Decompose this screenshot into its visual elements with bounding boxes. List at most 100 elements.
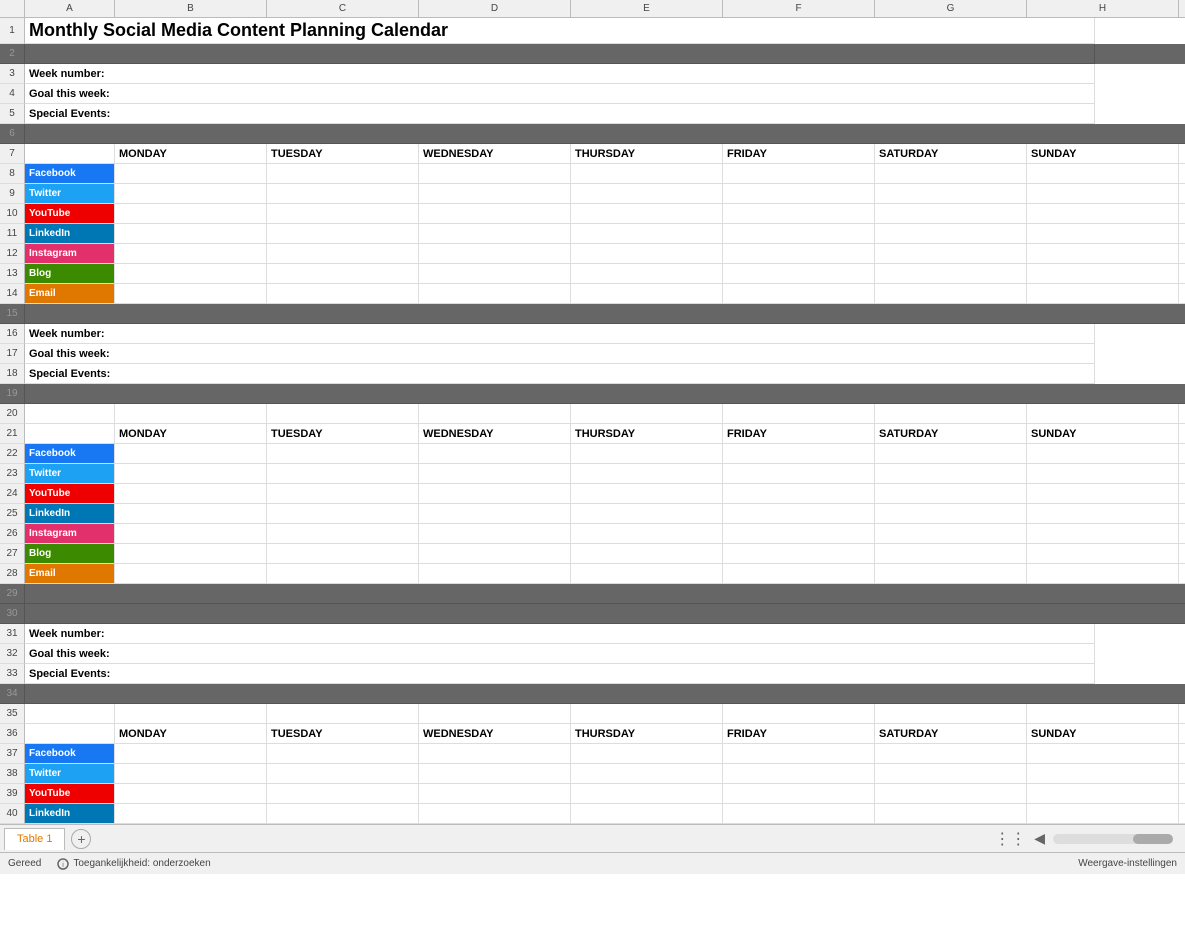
cell-24g[interactable]: [875, 484, 1027, 504]
cell-38h[interactable]: [1027, 764, 1179, 784]
platform-facebook-1[interactable]: Facebook: [25, 164, 115, 184]
cell-40g[interactable]: [875, 804, 1027, 824]
cell-38i[interactable]: [1179, 764, 1185, 784]
cell-14g[interactable]: [875, 284, 1027, 304]
cell-39c[interactable]: [267, 784, 419, 804]
cell-37c[interactable]: [267, 744, 419, 764]
cell-12e[interactable]: [571, 244, 723, 264]
title-cell[interactable]: Monthly Social Media Content Planning Ca…: [25, 18, 1095, 44]
cell-8h[interactable]: [1027, 164, 1179, 184]
cell-35i[interactable]: [1179, 704, 1185, 724]
cell-28d[interactable]: [419, 564, 571, 584]
cell-8g[interactable]: [875, 164, 1027, 184]
cell-26i[interactable]: [1179, 524, 1185, 544]
cell-20a[interactable]: [25, 404, 115, 424]
cell-38b[interactable]: [115, 764, 267, 784]
cell-35f[interactable]: [723, 704, 875, 724]
cell-27f[interactable]: [723, 544, 875, 564]
col-header-e[interactable]: E: [571, 0, 723, 17]
cell-8e[interactable]: [571, 164, 723, 184]
goal-label-3[interactable]: Goal this week:: [25, 644, 1095, 664]
cell-26f[interactable]: [723, 524, 875, 544]
cell-11e[interactable]: [571, 224, 723, 244]
cell-11f[interactable]: [723, 224, 875, 244]
platform-facebook-2[interactable]: Facebook: [25, 444, 115, 464]
cell-8i[interactable]: [1179, 164, 1185, 184]
cell-35d[interactable]: [419, 704, 571, 724]
platform-blog-1[interactable]: Blog: [25, 264, 115, 284]
cell-28i[interactable]: [1179, 564, 1185, 584]
cell-10b[interactable]: [115, 204, 267, 224]
goal-label[interactable]: Goal this week:: [25, 84, 1095, 104]
cell-24c[interactable]: [267, 484, 419, 504]
cell-9b[interactable]: [115, 184, 267, 204]
platform-twitter-3[interactable]: Twitter: [25, 764, 115, 784]
cell-13i[interactable]: [1179, 264, 1185, 284]
platform-youtube-2[interactable]: YouTube: [25, 484, 115, 504]
cell-38e[interactable]: [571, 764, 723, 784]
col-header-d[interactable]: D: [419, 0, 571, 17]
cell-10f[interactable]: [723, 204, 875, 224]
tab-options-icon[interactable]: ⋮⋮: [994, 829, 1026, 849]
cell-39d[interactable]: [419, 784, 571, 804]
cell-24e[interactable]: [571, 484, 723, 504]
cell-14f[interactable]: [723, 284, 875, 304]
cell-8d[interactable]: [419, 164, 571, 184]
week-number-label-3[interactable]: Week number:: [25, 624, 1095, 644]
cell-38d[interactable]: [419, 764, 571, 784]
cell-14b[interactable]: [115, 284, 267, 304]
tab-add-button[interactable]: +: [71, 829, 91, 849]
cell-12h[interactable]: [1027, 244, 1179, 264]
cell-9d[interactable]: [419, 184, 571, 204]
col-header-a[interactable]: A: [25, 0, 115, 17]
cell-35c[interactable]: [267, 704, 419, 724]
tab-table1[interactable]: Table 1: [4, 828, 65, 850]
platform-email-1[interactable]: Email: [25, 284, 115, 304]
col-header-c[interactable]: C: [267, 0, 419, 17]
view-settings-label[interactable]: Weergave-instellingen: [1078, 858, 1177, 869]
cell-14c[interactable]: [267, 284, 419, 304]
platform-youtube-3[interactable]: YouTube: [25, 784, 115, 804]
platform-facebook-3[interactable]: Facebook: [25, 744, 115, 764]
cell-27h[interactable]: [1027, 544, 1179, 564]
cell-10g[interactable]: [875, 204, 1027, 224]
cell-14h[interactable]: [1027, 284, 1179, 304]
cell-40c[interactable]: [267, 804, 419, 824]
cell-35g[interactable]: [875, 704, 1027, 724]
cell-9g[interactable]: [875, 184, 1027, 204]
cell-39g[interactable]: [875, 784, 1027, 804]
cell-20i[interactable]: [1179, 404, 1185, 424]
cell-25h[interactable]: [1027, 504, 1179, 524]
platform-twitter-2[interactable]: Twitter: [25, 464, 115, 484]
cell-27e[interactable]: [571, 544, 723, 564]
cell-10h[interactable]: [1027, 204, 1179, 224]
cell-25d[interactable]: [419, 504, 571, 524]
cell-25e[interactable]: [571, 504, 723, 524]
cell-27b[interactable]: [115, 544, 267, 564]
cell-14d[interactable]: [419, 284, 571, 304]
special-events-label[interactable]: Special Events:: [25, 104, 1095, 124]
cell-20b[interactable]: [115, 404, 267, 424]
cell-37e[interactable]: [571, 744, 723, 764]
cell-13h[interactable]: [1027, 264, 1179, 284]
cell-28g[interactable]: [875, 564, 1027, 584]
cell-39i[interactable]: [1179, 784, 1185, 804]
cell-8f[interactable]: [723, 164, 875, 184]
cell-40i[interactable]: [1179, 804, 1185, 824]
cell-23h[interactable]: [1027, 464, 1179, 484]
cell-26b[interactable]: [115, 524, 267, 544]
cell-40e[interactable]: [571, 804, 723, 824]
cell-20e[interactable]: [571, 404, 723, 424]
cell-40f[interactable]: [723, 804, 875, 824]
cell-37h[interactable]: [1027, 744, 1179, 764]
platform-twitter-1[interactable]: Twitter: [25, 184, 115, 204]
cell-28h[interactable]: [1027, 564, 1179, 584]
platform-instagram-1[interactable]: Instagram: [25, 244, 115, 264]
cell-9c[interactable]: [267, 184, 419, 204]
cell-11b[interactable]: [115, 224, 267, 244]
cell-23d[interactable]: [419, 464, 571, 484]
cell-35e[interactable]: [571, 704, 723, 724]
cell-14e[interactable]: [571, 284, 723, 304]
cell-25f[interactable]: [723, 504, 875, 524]
cell-24f[interactable]: [723, 484, 875, 504]
